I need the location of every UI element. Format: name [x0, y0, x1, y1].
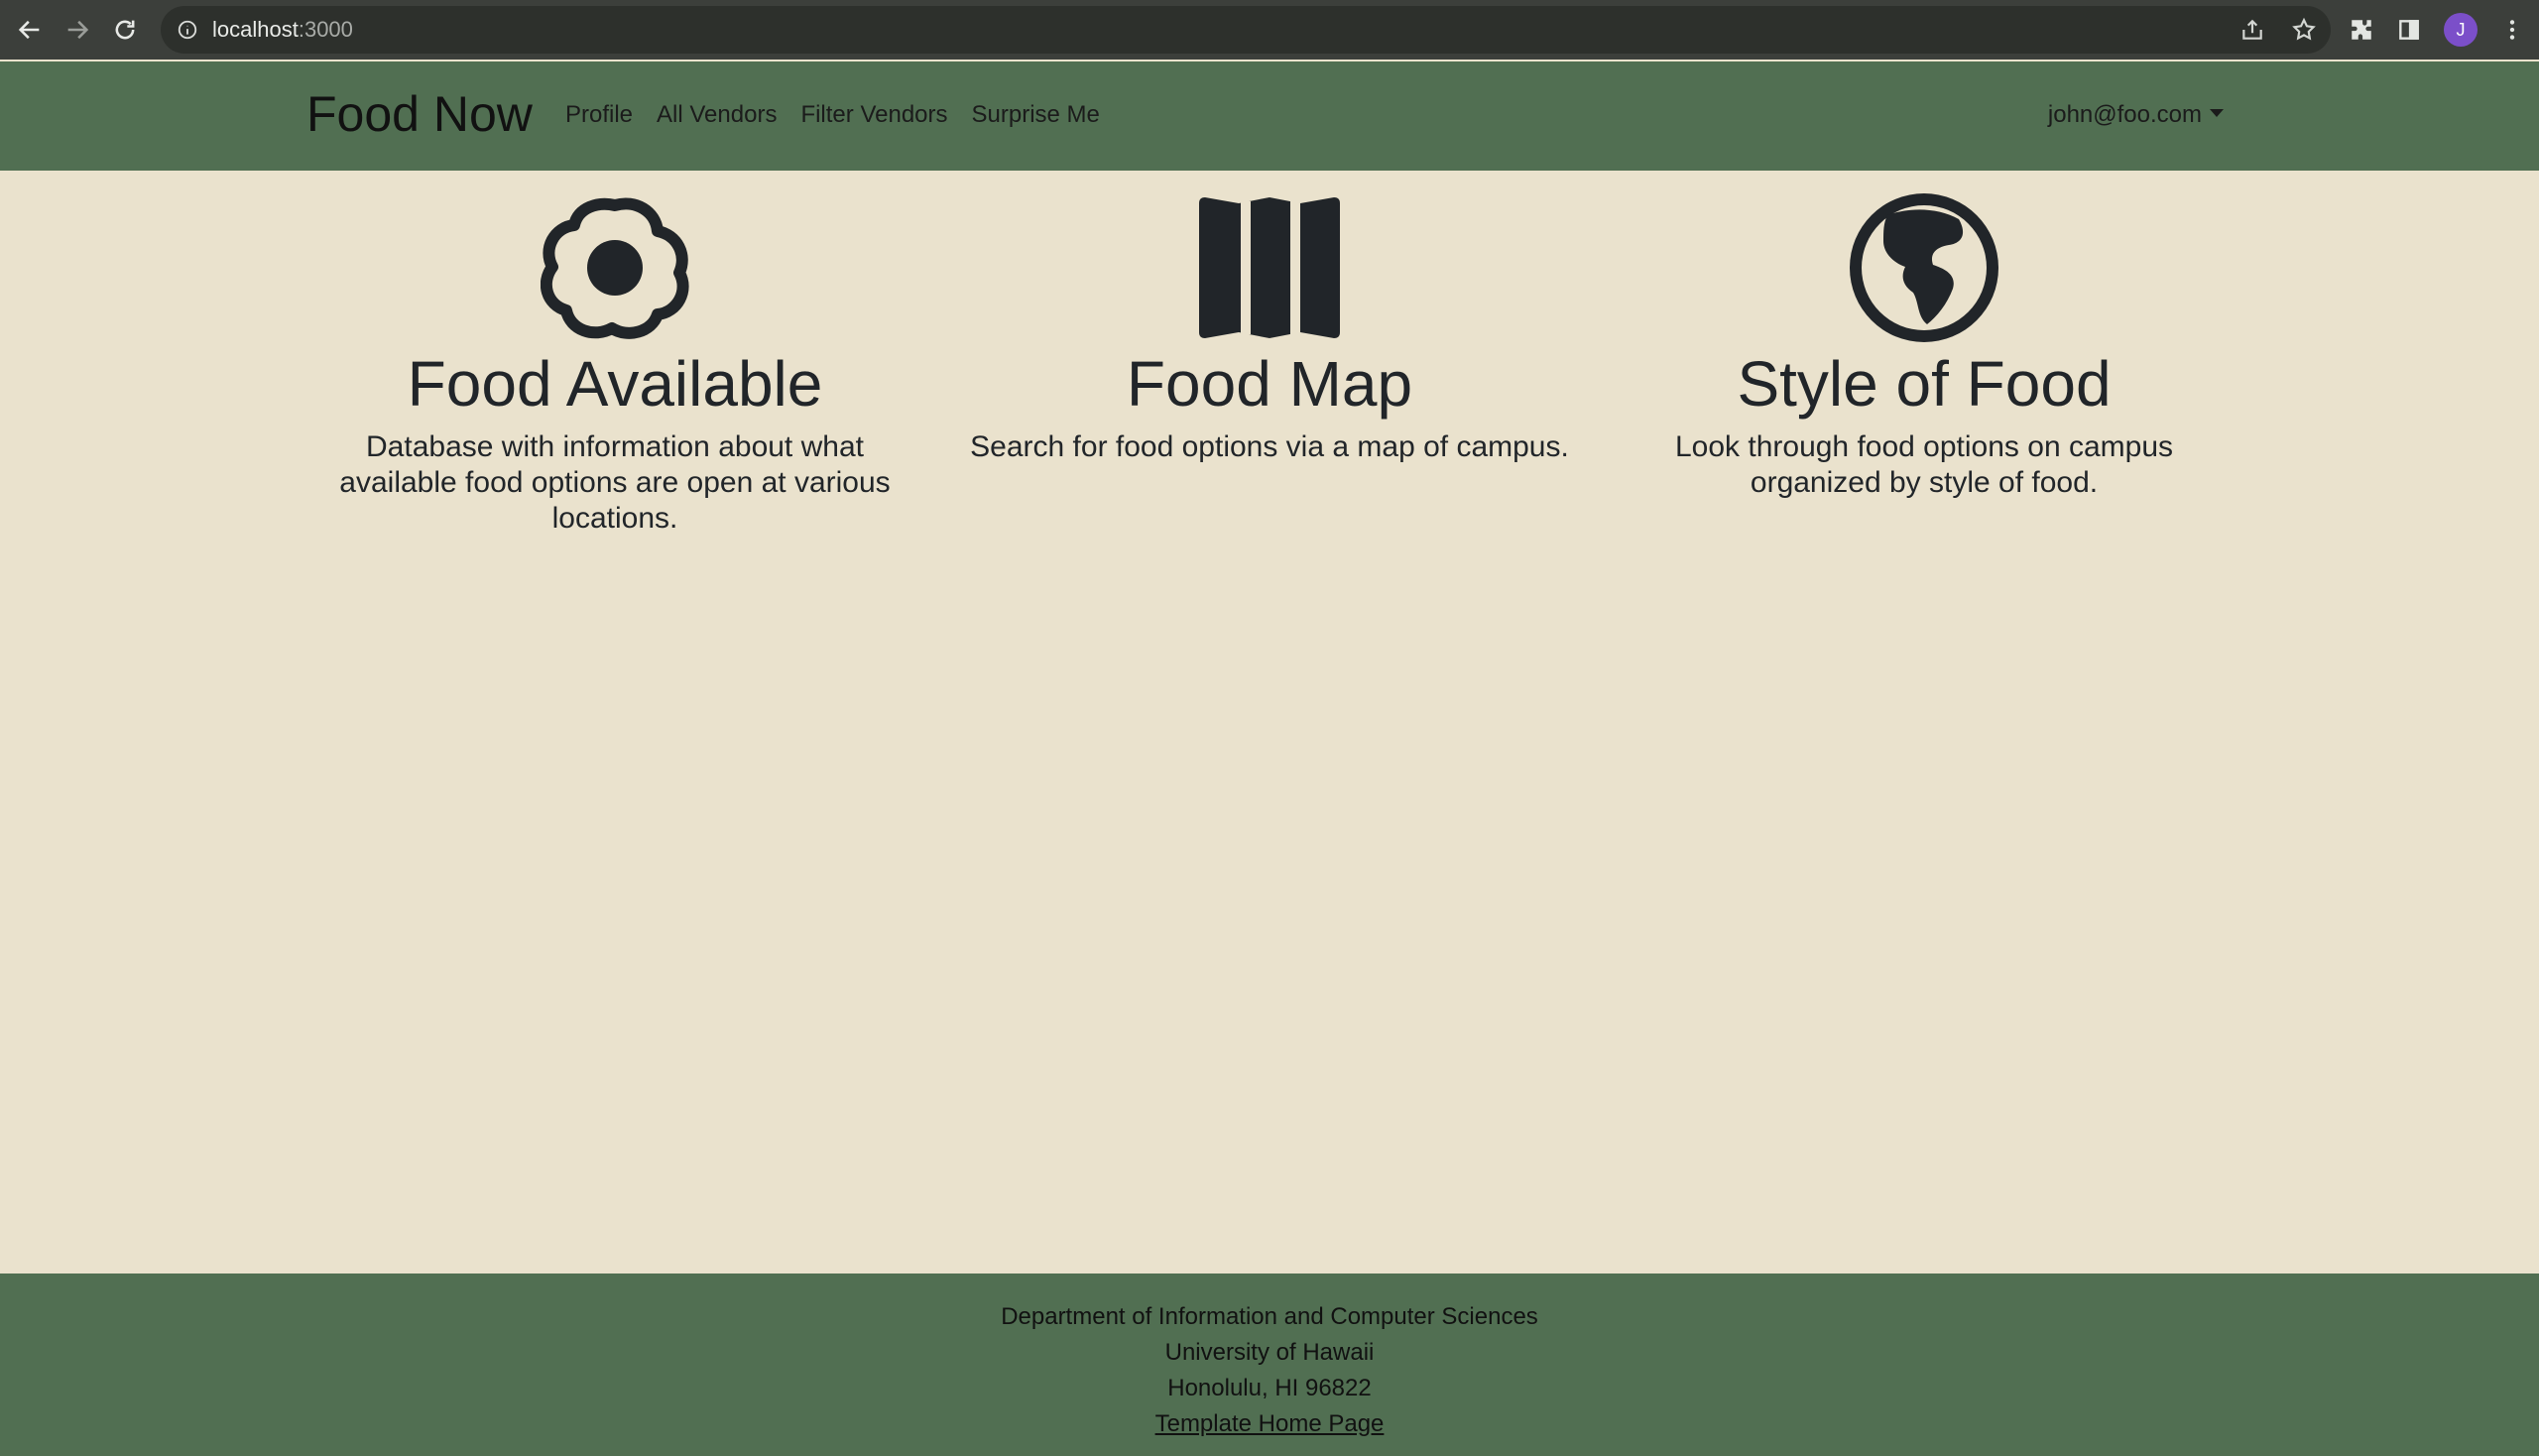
bookmark-star-icon[interactable]: [2291, 17, 2317, 43]
user-dropdown[interactable]: john@foo.com: [2048, 101, 2224, 129]
nav-links: Profile All Vendors Filter Vendors Surpr…: [565, 101, 1100, 129]
url-port: :3000: [298, 17, 353, 42]
reload-icon[interactable]: [105, 10, 145, 50]
chevron-down-icon: [2210, 109, 2224, 117]
share-icon[interactable]: [2239, 17, 2265, 43]
site-navbar: Food Now Profile All Vendors Filter Vend…: [0, 61, 2539, 171]
footer-line: Department of Information and Computer S…: [1001, 1303, 1538, 1330]
site-info-icon[interactable]: [177, 19, 198, 41]
more-menu-icon[interactable]: [2499, 17, 2525, 43]
feature-title: Food Available: [407, 348, 823, 420]
brand-link[interactable]: Food Now: [306, 85, 533, 143]
site-footer: Department of Information and Computer S…: [0, 1274, 2539, 1456]
url-text: localhost:3000: [212, 17, 353, 43]
feature-description: Database with information about what ava…: [339, 430, 891, 535]
url-host: localhost: [212, 17, 299, 42]
feature-title: Food Map: [1126, 348, 1413, 420]
nav-filter-vendors[interactable]: Filter Vendors: [800, 101, 947, 129]
browser-toolbar: localhost:3000 J: [0, 0, 2539, 60]
nav-profile[interactable]: Profile: [565, 101, 633, 129]
feature-description: Look through food options on campus orga…: [1674, 430, 2174, 499]
address-bar[interactable]: localhost:3000: [161, 6, 2331, 54]
footer-line: Honolulu, HI 96822: [1167, 1375, 1372, 1401]
template-home-link[interactable]: Template Home Page: [1155, 1410, 1385, 1437]
user-email: john@foo.com: [2047, 101, 2202, 128]
nav-surprise-me[interactable]: Surprise Me: [972, 101, 1100, 129]
globe-icon: [1850, 193, 1998, 342]
map-icon: [1199, 197, 1340, 338]
feature-food-available: Food Available Database with information…: [307, 193, 922, 537]
forward-icon[interactable]: [58, 10, 97, 50]
feature-food-map: Food Map Search for food options via a m…: [962, 193, 1577, 465]
extensions-icon[interactable]: [2349, 17, 2374, 43]
feature-description: Search for food options via a map of cam…: [970, 430, 1569, 463]
feature-title: Style of Food: [1737, 348, 2112, 420]
feature-style-of-food: Style of Food Look through food options …: [1617, 193, 2232, 501]
profile-avatar[interactable]: J: [2444, 13, 2478, 47]
side-panel-icon[interactable]: [2396, 17, 2422, 43]
footer-line: University of Hawaii: [1164, 1339, 1375, 1366]
egg-fried-icon: [541, 197, 689, 339]
back-icon[interactable]: [10, 10, 50, 50]
nav-all-vendors[interactable]: All Vendors: [657, 101, 777, 129]
